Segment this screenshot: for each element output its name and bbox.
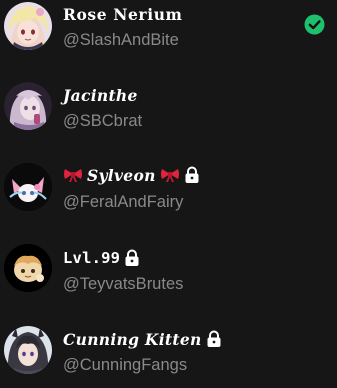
avatar xyxy=(4,326,52,374)
avatar xyxy=(4,244,52,292)
handle: @SBCbrat xyxy=(63,111,143,130)
account-row-lvl99[interactable]: Lvl.99 @TeyvatsBrutes xyxy=(0,242,337,322)
sylveon-avatar xyxy=(4,163,52,211)
display-name-text: Rose Nerium xyxy=(63,4,183,24)
account-row-rose-nerium[interactable]: Rose Nerium @SlashAndBite xyxy=(0,0,337,80)
display-name-text: Jacinthe xyxy=(63,85,138,105)
red-bow-icon xyxy=(63,167,83,183)
avatar xyxy=(4,2,52,50)
lock-icon xyxy=(124,249,140,267)
selected-check-icon xyxy=(304,14,325,35)
display-name: Sylveon xyxy=(63,164,200,186)
handle: @FeralAndFairy xyxy=(63,192,184,211)
chibi-creature-avatar xyxy=(4,244,52,292)
display-name-text: Lvl.99 xyxy=(63,249,121,267)
display-name-text: Sylveon xyxy=(87,165,156,185)
handle: @TeyvatsBrutes xyxy=(63,274,184,293)
anime-girl-dark-hair-avatar xyxy=(4,326,52,374)
display-name: Cunning Kitten xyxy=(63,328,222,350)
display-name: Jacinthe xyxy=(63,84,138,106)
anime-girl-pink-hair-avatar xyxy=(4,2,52,50)
account-list: Rose Nerium @SlashAndBite Jacinthe @SBCb… xyxy=(0,0,337,388)
lock-icon xyxy=(206,330,222,348)
account-row-cunning-kitten[interactable]: Cunning Kitten @CunningFangs xyxy=(0,323,337,388)
display-name: Rose Nerium xyxy=(63,3,183,25)
red-bow-icon xyxy=(160,167,180,183)
account-row-sylveon[interactable]: Sylveon @FeralAndFairy xyxy=(0,161,337,241)
lock-icon xyxy=(184,166,200,184)
account-row-jacinthe[interactable]: Jacinthe @SBCbrat xyxy=(0,80,337,160)
handle: @SlashAndBite xyxy=(63,30,179,49)
display-name: Lvl.99 xyxy=(63,247,140,269)
anime-girl-purple-hair-avatar xyxy=(4,82,52,130)
handle: @CunningFangs xyxy=(63,355,188,374)
avatar xyxy=(4,82,52,130)
display-name-text: Cunning Kitten xyxy=(63,329,202,349)
avatar xyxy=(4,163,52,211)
